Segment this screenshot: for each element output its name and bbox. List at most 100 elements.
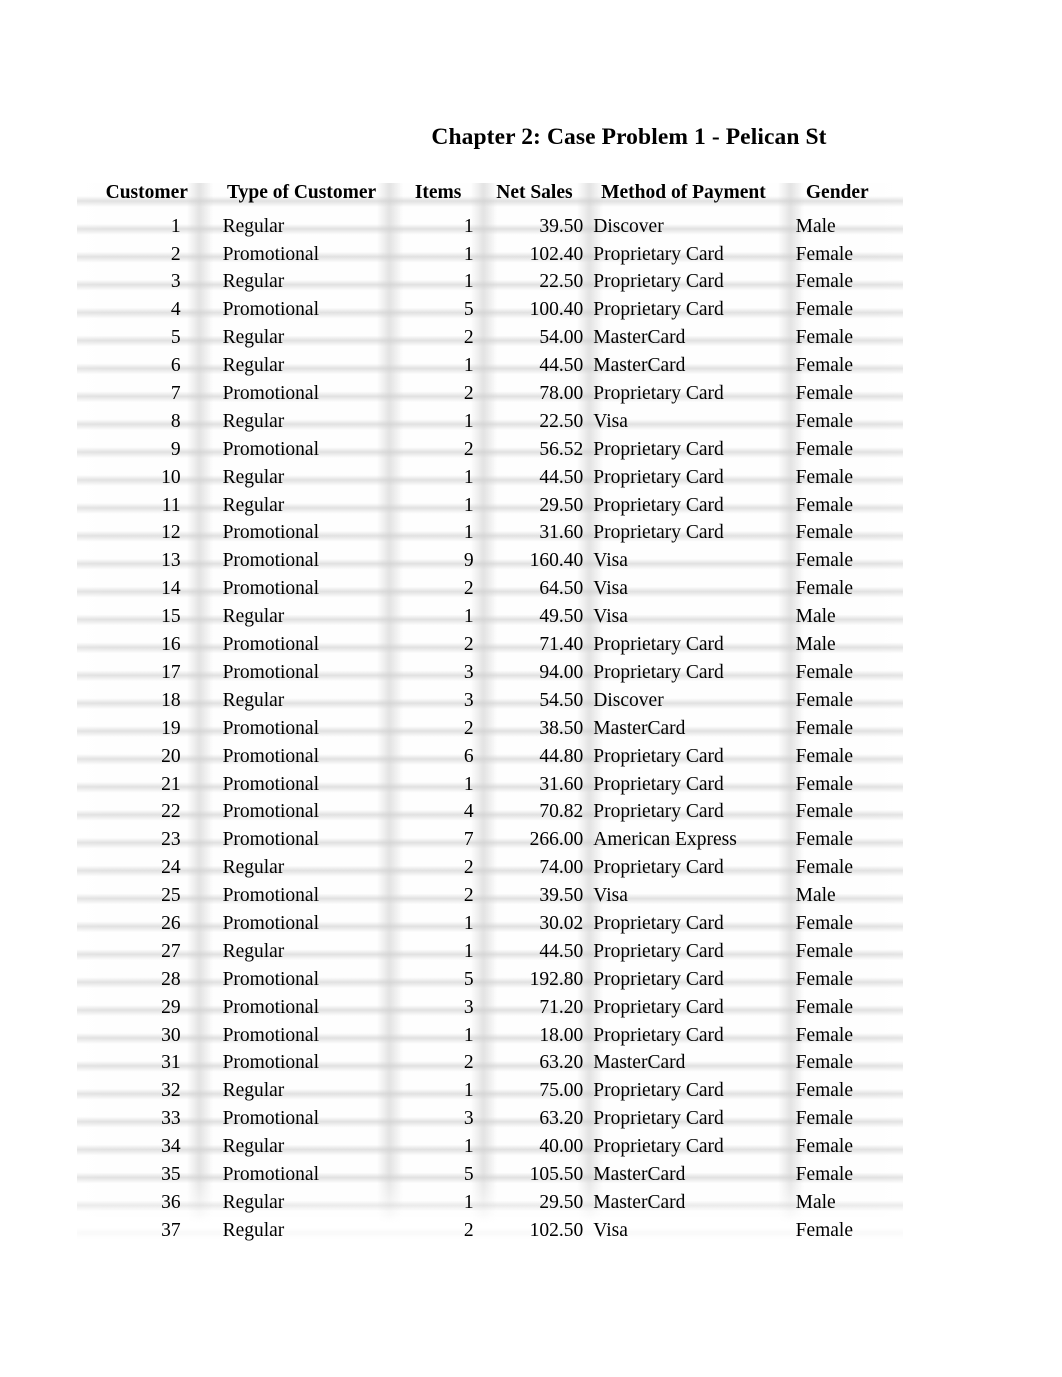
cell-customer: 34 xyxy=(161,1136,181,1158)
cell-customer: 5 xyxy=(170,327,181,349)
column-header-items[interactable]: Items xyxy=(395,183,482,213)
table-row[interactable]: 36 Regular 1 29.50 MasterCard Male xyxy=(85,1189,895,1217)
table-row[interactable]: 10 Regular 1 44.50 Proprietary Card Female xyxy=(85,464,895,492)
table-row[interactable]: 20 Promotional 6 44.80 Proprietary Card Femal… xyxy=(85,742,895,770)
table-row[interactable]: 3 Regular 1 22.50 Proprietary Card Female xyxy=(85,268,895,296)
table-row[interactable]: 32 Regular 1 75.00 Proprietary Card Female xyxy=(85,1077,895,1105)
table-row[interactable]: 16 Promotional 2 71.40 Proprietary Card Male xyxy=(85,631,895,659)
table-row[interactable]: 15 Regular 1 49.50 Visa Male xyxy=(85,603,895,631)
table-row[interactable]: 25 Promotional 2 39.50 Visa Male xyxy=(85,882,895,910)
column-header-gender[interactable]: Gender xyxy=(780,183,895,213)
cell-sales: 64.50 xyxy=(539,578,584,600)
cell-customer: 22 xyxy=(161,801,181,823)
cell-type: Promotional xyxy=(222,996,319,1018)
table-row[interactable]: 34 Regular 1 40.00 Proprietary Card Female xyxy=(85,1133,895,1161)
cell-customer: 27 xyxy=(161,940,181,962)
table-row[interactable]: 13 Promotional 9 160.40 Visa Female xyxy=(85,547,895,575)
cell-method: Visa xyxy=(593,885,628,907)
cell-method: Proprietary Card xyxy=(593,912,724,934)
table-row[interactable]: 23 Promotional 7 266.00 American Express Fema… xyxy=(85,826,895,854)
cell-items: 1 xyxy=(463,271,474,293)
cell-customer: 18 xyxy=(161,689,181,711)
table-row[interactable]: 31 Promotional 2 63.20 MasterCard Female xyxy=(85,1049,895,1077)
cell-items: 1 xyxy=(463,606,474,628)
table-row[interactable]: 8 Regular 1 22.50 Visa Female xyxy=(85,408,895,436)
table-row[interactable]: 29 Promotional 3 71.20 Proprietary Card Femal… xyxy=(85,993,895,1021)
cell-type: Promotional xyxy=(222,550,319,572)
column-header-net-sales[interactable]: Net Sales xyxy=(482,183,588,213)
cell-type: Regular xyxy=(222,857,285,879)
table-row[interactable]: 12 Promotional 1 31.60 Proprietary Card Femal… xyxy=(85,519,895,547)
cell-customer: 21 xyxy=(161,773,181,795)
table-row[interactable]: 2 Promotional 1 102.40 Proprietary Card Femal… xyxy=(85,240,895,268)
cell-gender: Female xyxy=(795,661,854,683)
cell-sales: 94.00 xyxy=(539,661,584,683)
cell-gender: Female xyxy=(795,578,854,600)
table-row[interactable]: 1 Regular 1 39.50 Discover Male xyxy=(85,213,895,241)
table-row[interactable]: 28 Promotional 5 192.80 Proprietary Card Fema… xyxy=(85,966,895,994)
column-header-customer[interactable]: Customer xyxy=(85,183,209,213)
cell-customer: 10 xyxy=(161,466,181,488)
table-row[interactable]: 11 Regular 1 29.50 Proprietary Card Female xyxy=(85,491,895,519)
cell-customer: 19 xyxy=(161,717,181,739)
cell-type: Regular xyxy=(222,271,285,293)
cell-type: Promotional xyxy=(222,885,319,907)
cell-method: MasterCard xyxy=(593,1052,686,1074)
table-row[interactable]: 6 Regular 1 44.50 MasterCard Female xyxy=(85,352,895,380)
cell-gender: Female xyxy=(795,383,854,405)
table-row[interactable]: 14 Promotional 2 64.50 Visa Female xyxy=(85,575,895,603)
column-header-method[interactable]: Method of Payment xyxy=(587,183,779,213)
table-row[interactable]: 19 Promotional 2 38.50 MasterCard Female xyxy=(85,715,895,743)
table-row[interactable]: 24 Regular 2 74.00 Proprietary Card Female xyxy=(85,854,895,882)
cell-type: Regular xyxy=(222,494,285,516)
table-row[interactable]: 17 Promotional 3 94.00 Proprietary Card Femal… xyxy=(85,659,895,687)
cell-items: 3 xyxy=(463,661,474,683)
cell-items: 1 xyxy=(463,1080,474,1102)
cell-items: 1 xyxy=(463,522,474,544)
table-row[interactable]: 9 Promotional 2 56.52 Proprietary Card Female xyxy=(85,436,895,464)
table-row[interactable]: 27 Regular 1 44.50 Proprietary Card Female xyxy=(85,938,895,966)
cell-gender: Female xyxy=(795,689,854,711)
cell-method: MasterCard xyxy=(593,1191,686,1213)
table-row[interactable]: 37 Regular 2 102.50 Visa Female xyxy=(85,1217,895,1245)
cell-customer: 30 xyxy=(161,1024,181,1046)
table-row[interactable]: 18 Regular 3 54.50 Discover Female xyxy=(85,687,895,715)
cell-type: Promotional xyxy=(222,745,319,767)
cell-method: Proprietary Card xyxy=(593,1136,724,1158)
table-row[interactable]: 5 Regular 2 54.00 MasterCard Female xyxy=(85,324,895,352)
cell-items: 1 xyxy=(463,243,474,265)
document-page: Chapter 2: Case Problem 1 - Pelican St C… xyxy=(0,0,1062,1377)
cell-type: Promotional xyxy=(222,912,319,934)
table-row[interactable]: 21 Promotional 1 31.60 Proprietary Card Femal… xyxy=(85,770,895,798)
table-row[interactable]: 30 Promotional 1 18.00 Proprietary Card Femal… xyxy=(85,1021,895,1049)
table-row[interactable]: 4 Promotional 5 100.40 Proprietary Card Femal… xyxy=(85,296,895,324)
cell-gender: Male xyxy=(795,1191,836,1213)
cell-customer: 37 xyxy=(161,1219,181,1241)
cell-customer: 33 xyxy=(161,1108,181,1130)
cell-method: Proprietary Card xyxy=(593,801,724,823)
table-row[interactable]: 26 Promotional 1 30.02 Proprietary Card Femal… xyxy=(85,910,895,938)
cell-customer: 28 xyxy=(161,968,181,990)
cell-sales: 39.50 xyxy=(539,215,584,237)
table-row[interactable]: 35 Promotional 5 105.50 MasterCard Female xyxy=(85,1161,895,1189)
cell-items: 5 xyxy=(463,299,474,321)
cell-items: 2 xyxy=(463,1219,474,1241)
cell-items: 2 xyxy=(463,857,474,879)
cell-customer: 32 xyxy=(161,1080,181,1102)
table-row[interactable]: 22 Promotional 4 70.82 Proprietary Card Femal… xyxy=(85,798,895,826)
table-row[interactable]: 7 Promotional 2 78.00 Proprietary Card Female xyxy=(85,380,895,408)
column-header-type[interactable]: Type of Customer xyxy=(209,183,395,213)
cell-items: 6 xyxy=(463,745,474,767)
cell-sales: 22.50 xyxy=(539,271,584,293)
cell-method: American Express xyxy=(593,829,737,851)
cell-type: Regular xyxy=(222,689,285,711)
cell-items: 1 xyxy=(463,215,474,237)
cell-method: Proprietary Card xyxy=(593,857,724,879)
cell-sales: 22.50 xyxy=(539,410,584,432)
cell-items: 1 xyxy=(463,410,474,432)
cell-gender: Female xyxy=(795,355,854,377)
table-row[interactable]: 33 Promotional 3 63.20 Proprietary Card Femal… xyxy=(85,1105,895,1133)
cell-type: Regular xyxy=(222,1191,285,1213)
cell-items: 7 xyxy=(463,829,474,851)
cell-gender: Female xyxy=(795,1163,854,1185)
